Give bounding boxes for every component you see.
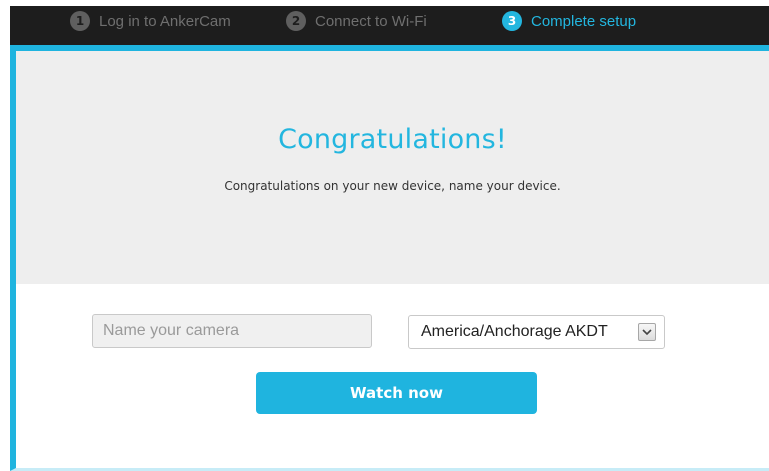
- setup-panel: Congratulations! Congratulations on your…: [10, 45, 769, 471]
- page-subtitle: Congratulations on your new device, name…: [224, 179, 561, 193]
- step-number-badge: 3: [502, 11, 522, 31]
- step-complete-setup: 3 Complete setup: [502, 6, 636, 36]
- timezone-select[interactable]: America/Anchorage AKDT: [408, 315, 665, 349]
- step-connect-wifi: 2 Connect to Wi-Fi: [286, 6, 427, 36]
- timezone-selected-value: America/Anchorage AKDT: [421, 323, 608, 340]
- step-login: 1 Log in to AnkerCam: [70, 6, 231, 36]
- watch-now-button[interactable]: Watch now: [256, 372, 537, 414]
- page-title: Congratulations!: [278, 124, 507, 155]
- congratulations-banner: Congratulations! Congratulations on your…: [16, 51, 769, 284]
- step-label: Log in to AnkerCam: [99, 12, 231, 30]
- chevron-down-icon[interactable]: [638, 323, 656, 341]
- camera-name-input[interactable]: [92, 314, 372, 348]
- step-number-badge: 2: [286, 11, 306, 31]
- setup-page: 1 Log in to AnkerCam 2 Connect to Wi-Fi …: [0, 0, 769, 471]
- step-label: Complete setup: [531, 12, 637, 30]
- step-label: Connect to Wi-Fi: [315, 12, 427, 30]
- setup-step-bar: 1 Log in to AnkerCam 2 Connect to Wi-Fi …: [10, 6, 769, 45]
- step-number-badge: 1: [70, 11, 90, 31]
